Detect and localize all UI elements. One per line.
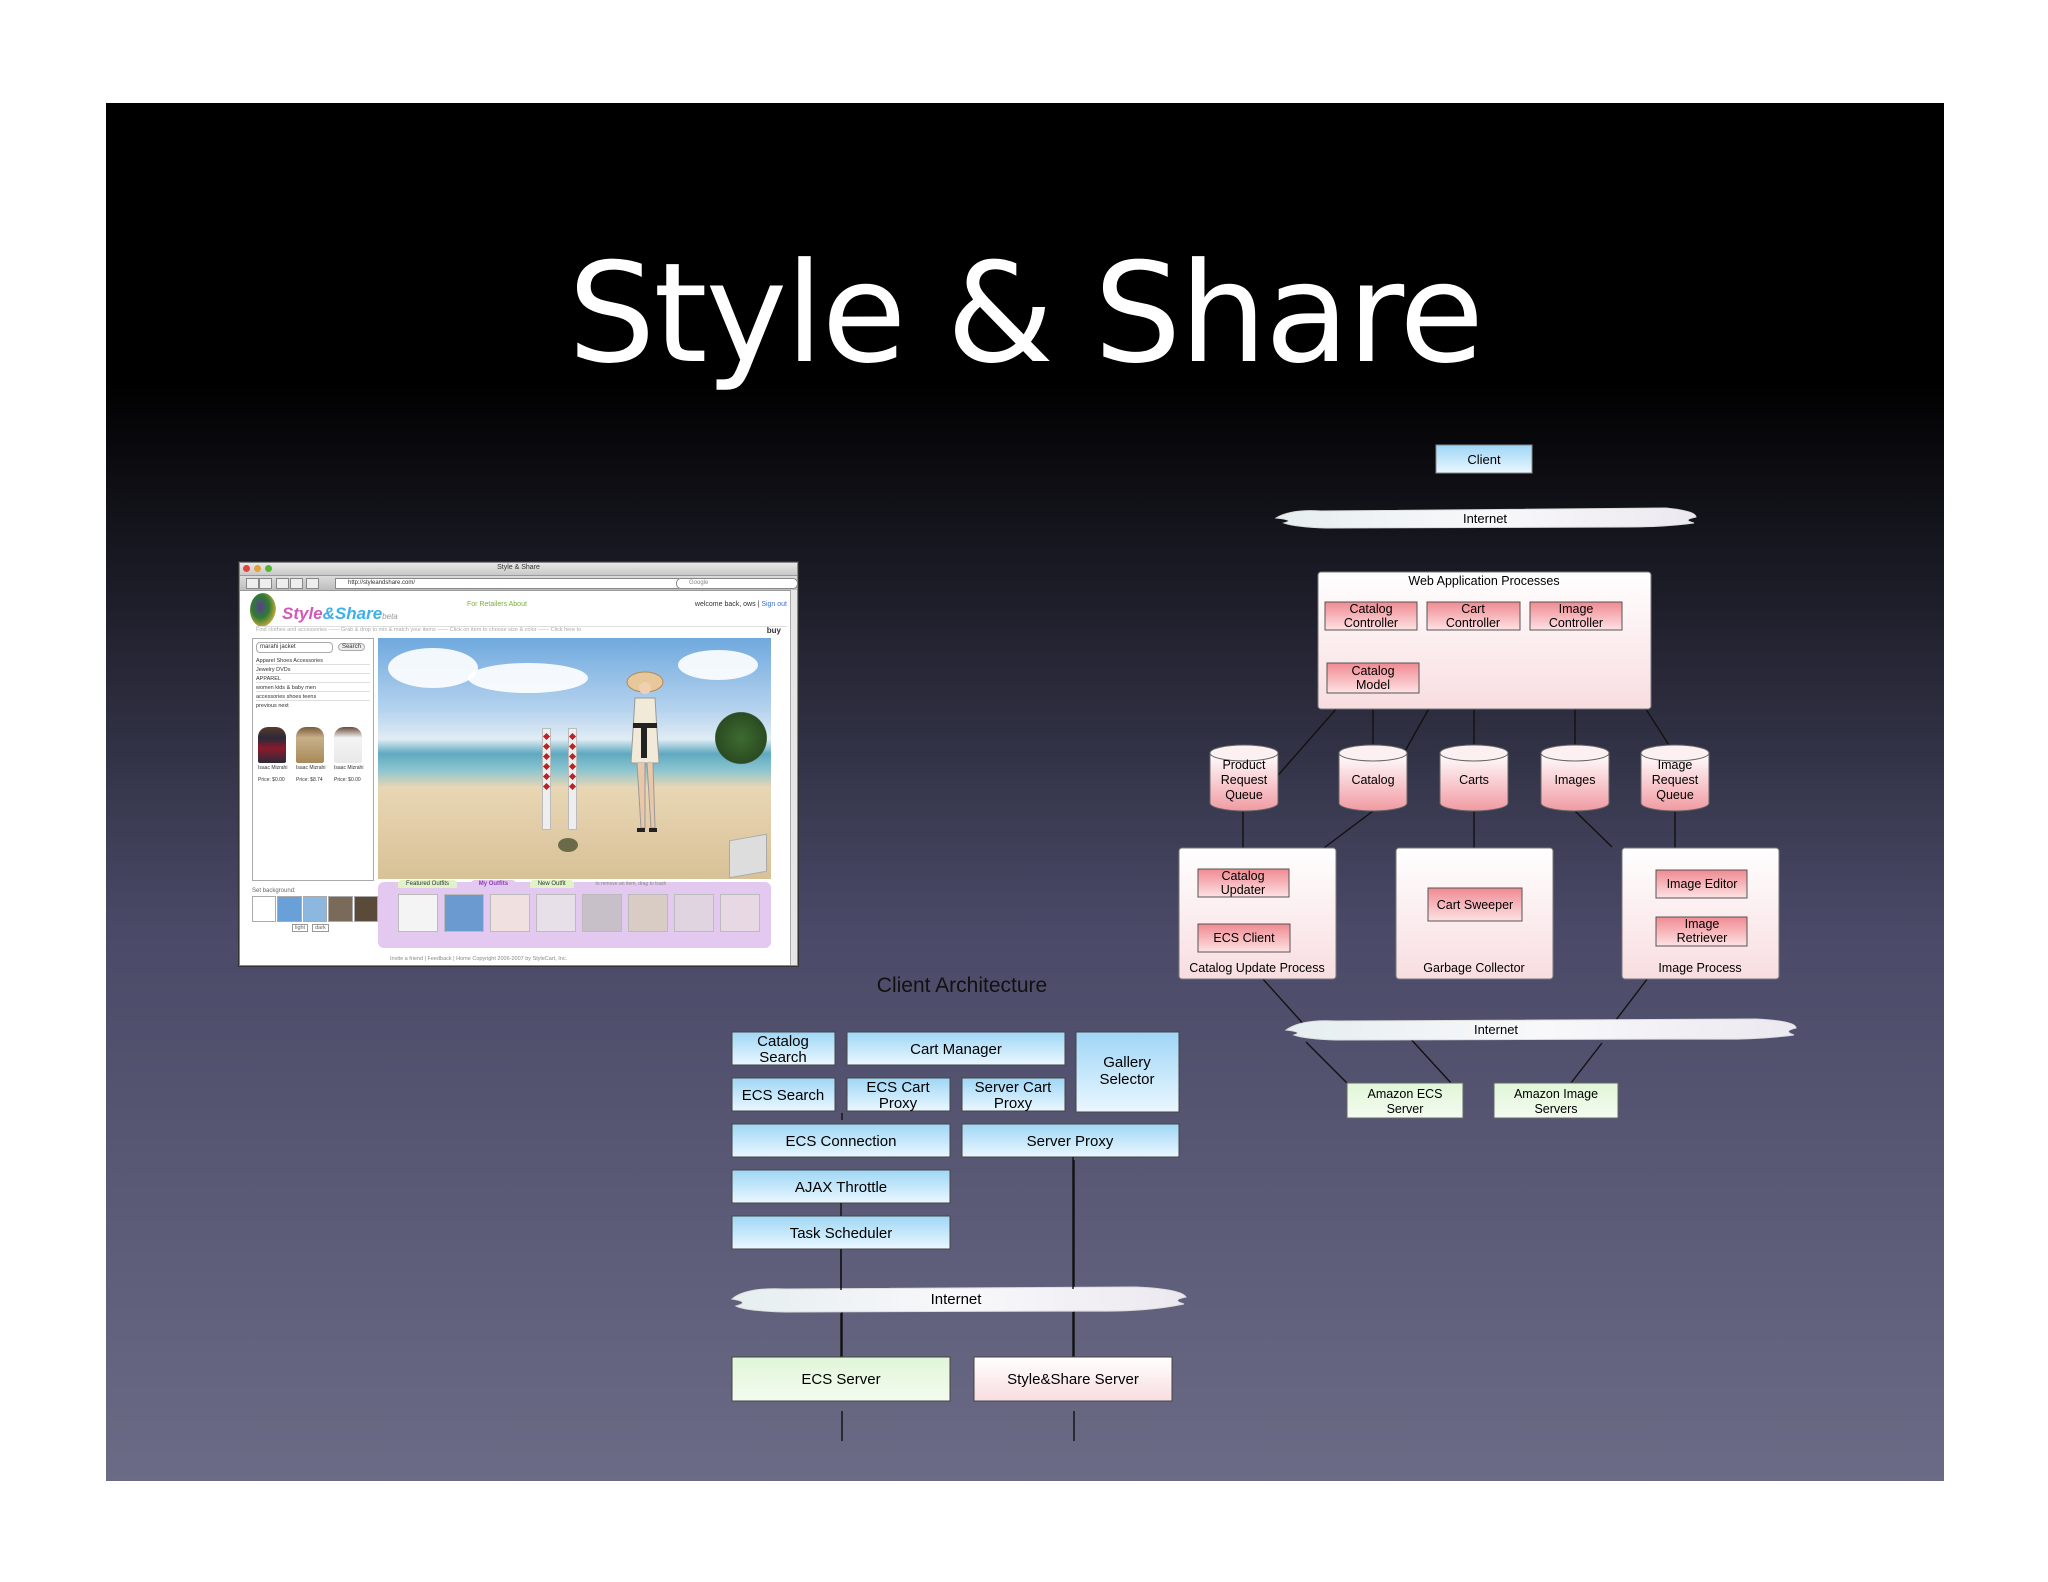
ecs-server-label: ECS Server [801, 1371, 880, 1388]
product-request-queue-line2: Request [1221, 773, 1268, 787]
catalog-store-label: Catalog [1351, 773, 1394, 787]
gallery-selector-line1: Gallery [1103, 1054, 1151, 1071]
cart-controller-line1: Cart [1461, 602, 1485, 616]
server-cart-proxy-line1: Server Cart [975, 1079, 1053, 1096]
catalog-search-line2: Search [759, 1049, 807, 1066]
amazon-ecs-server-line2: Server [1387, 1102, 1424, 1116]
product-request-queue-line1: Product [1222, 758, 1266, 772]
carts-store-label: Carts [1459, 773, 1489, 787]
amazon-ecs-server-line1: Amazon ECS [1367, 1087, 1442, 1101]
image-request-queue-line2: Request [1652, 773, 1699, 787]
ajax-throttle-label: AJAX Throttle [795, 1179, 887, 1196]
catalog-search-line1: Catalog [757, 1033, 809, 1050]
image-request-queue-line1: Image [1658, 758, 1693, 772]
server-cart-proxy-line2: Proxy [994, 1095, 1033, 1112]
image-controller-line2: Controller [1549, 616, 1603, 630]
amazon-image-servers-line1: Amazon Image [1514, 1087, 1598, 1101]
product-request-queue-line3: Queue [1225, 788, 1263, 802]
ecs-client-label: ECS Client [1213, 931, 1275, 945]
images-store-label: Images [1555, 773, 1596, 787]
amazon-image-servers-line2: Servers [1534, 1102, 1577, 1116]
web-app-title: Web Application Processes [1408, 574, 1559, 588]
client-label: Client [1467, 452, 1501, 467]
catalog-controller-line2: Controller [1344, 616, 1398, 630]
architecture-diagram: Client Internet Web Application Processe… [730, 444, 1797, 1441]
client-architecture-title: Client Architecture [877, 974, 1047, 997]
image-process-title: Image Process [1658, 961, 1741, 975]
image-editor-label: Image Editor [1667, 877, 1738, 891]
image-request-queue-line3: Queue [1656, 788, 1694, 802]
garbage-collector-title: Garbage Collector [1423, 961, 1524, 975]
styleshare-server-label: Style&Share Server [1007, 1371, 1139, 1388]
catalog-model-line1: Catalog [1351, 664, 1394, 678]
server-proxy-label: Server Proxy [1027, 1133, 1114, 1150]
internet-bottom-label: Internet [1474, 1022, 1518, 1037]
internet-cloud-bottom [1284, 1018, 1797, 1041]
client-internet-label: Internet [931, 1291, 983, 1308]
image-retriever-line1: Image [1685, 917, 1720, 931]
cart-sweeper-label: Cart Sweeper [1437, 898, 1513, 912]
catalog-updater-line2: Updater [1221, 883, 1265, 897]
image-process [1621, 847, 1780, 980]
ecs-search-label: ECS Search [742, 1087, 825, 1104]
cart-controller-line2: Controller [1446, 616, 1500, 630]
catalog-update-process-title: Catalog Update Process [1189, 961, 1325, 975]
catalog-model-line2: Model [1356, 678, 1390, 692]
ecs-connection-label: ECS Connection [786, 1133, 897, 1150]
ecs-cart-proxy-line2: Proxy [879, 1095, 918, 1112]
catalog-updater-line1: Catalog [1221, 869, 1264, 883]
image-retriever-line2: Retriever [1677, 931, 1728, 945]
catalog-update-process [1178, 847, 1337, 980]
gallery-selector-line2: Selector [1099, 1071, 1154, 1088]
cart-manager-label: Cart Manager [910, 1041, 1002, 1058]
ecs-cart-proxy-line1: ECS Cart [866, 1079, 930, 1096]
catalog-controller-line1: Catalog [1349, 602, 1392, 616]
task-scheduler-label: Task Scheduler [790, 1225, 893, 1242]
internet-top-label: Internet [1463, 511, 1507, 526]
slide: Style & Share Style & Share http://style… [106, 103, 1944, 1481]
image-controller-line1: Image [1559, 602, 1594, 616]
